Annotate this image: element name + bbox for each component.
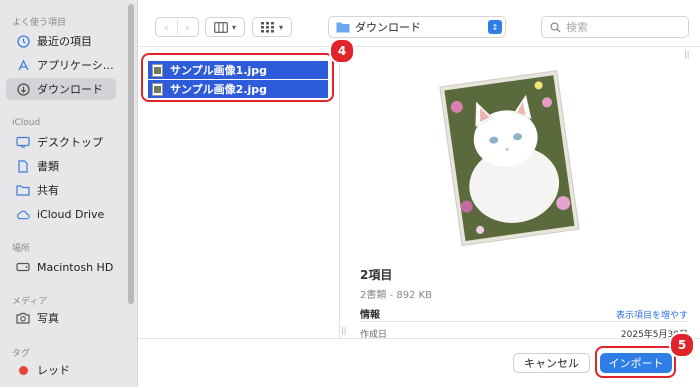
step-badge-5: 5 (669, 332, 695, 358)
sidebar-item-shared[interactable]: 共有 (6, 179, 116, 201)
drive-icon (16, 260, 30, 274)
sidebar-item-label: 最近の項目 (37, 35, 92, 48)
column-divider[interactable] (339, 46, 340, 338)
sidebar-item-label: ダウンロード (37, 83, 103, 96)
cancel-button[interactable]: キャンセル (513, 353, 590, 373)
back-forward-buttons: ‹ › (155, 17, 199, 37)
sidebar-item-macintosh-hd[interactable]: Macintosh HD (6, 256, 116, 278)
sidebar-item-desktop[interactable]: デスクトップ (6, 131, 116, 153)
clock-icon (16, 34, 30, 48)
column-resize-handle[interactable]: || (341, 326, 346, 335)
sidebar-item-applications[interactable]: アプリケーシ… (6, 54, 116, 76)
sidebar-item-label: アプリケーシ… (37, 59, 114, 72)
sidebar: よく使う項目 最近の項目 アプリケーシ… ダウンロード iCloud デスクトッ… (0, 0, 138, 387)
up-down-arrows-icon: ↕ (488, 20, 502, 34)
sidebar-item-label: Macintosh HD (37, 260, 114, 274)
highlight-box-files (141, 53, 334, 102)
show-more-link[interactable]: 表示項目を増やす (616, 308, 688, 321)
view-mode-button[interactable]: ▾ (205, 17, 245, 37)
desktop-icon (16, 135, 30, 149)
search-placeholder: 検索 (566, 21, 588, 34)
location-label: ダウンロード (355, 21, 421, 34)
preview-subtitle: 2書類 - 892 KB (360, 290, 433, 301)
sidebar-item-photos[interactable]: 写真 (6, 307, 116, 329)
section-favorites: よく使う項目 (12, 18, 67, 28)
sidebar-item-label: レッド (37, 364, 70, 377)
sidebar-item-documents[interactable]: 書類 (6, 155, 116, 177)
camera-icon (16, 311, 30, 325)
forward-icon[interactable]: › (178, 21, 198, 34)
grid-icon (260, 21, 275, 33)
sidebar-item-downloads[interactable]: ダウンロード (6, 78, 116, 100)
section-icloud: iCloud (12, 118, 41, 128)
red-tag-dot (16, 363, 30, 377)
download-icon (16, 82, 30, 96)
location-popup[interactable]: ダウンロード ↕ (328, 16, 506, 38)
info-divider (360, 321, 688, 322)
highlight-box-import (595, 346, 676, 378)
sidebar-item-icloud-drive[interactable]: iCloud Drive (6, 203, 116, 225)
toolbar-divider (138, 46, 700, 47)
sidebar-scrollbar[interactable] (128, 4, 134, 304)
chevron-down-icon: ▾ (278, 22, 283, 32)
sidebar-item-recents[interactable]: 最近の項目 (6, 30, 116, 52)
sidebar-item-label: デスクトップ (37, 136, 103, 149)
cloud-icon (16, 207, 30, 221)
shared-folder-icon (16, 183, 30, 197)
info-heading: 情報 (360, 310, 380, 321)
section-media: メディア (12, 297, 48, 307)
column-view-icon (214, 21, 228, 33)
apps-icon (16, 58, 30, 72)
document-icon (16, 159, 30, 173)
group-by-button[interactable]: ▾ (252, 17, 292, 37)
step-badge-4: 4 (329, 38, 355, 64)
folder-icon (336, 21, 350, 33)
search-icon (550, 21, 561, 33)
sidebar-item-label: 写真 (37, 312, 59, 325)
image-preview (439, 70, 580, 247)
sidebar-item-label: 共有 (37, 184, 59, 197)
sidebar-item-label: iCloud Drive (37, 207, 105, 221)
section-tags: タグ (12, 349, 31, 359)
search-field[interactable]: 検索 (541, 16, 689, 38)
preview-title: 2項目 (360, 268, 393, 282)
sidebar-item-label: 書類 (37, 160, 59, 173)
back-icon[interactable]: ‹ (157, 21, 177, 34)
column-resize-handle[interactable]: || (684, 50, 689, 59)
sidebar-item-tag-red[interactable]: レッド (6, 359, 116, 381)
section-locations: 場所 (12, 244, 31, 254)
chevron-down-icon: ▾ (231, 22, 236, 32)
